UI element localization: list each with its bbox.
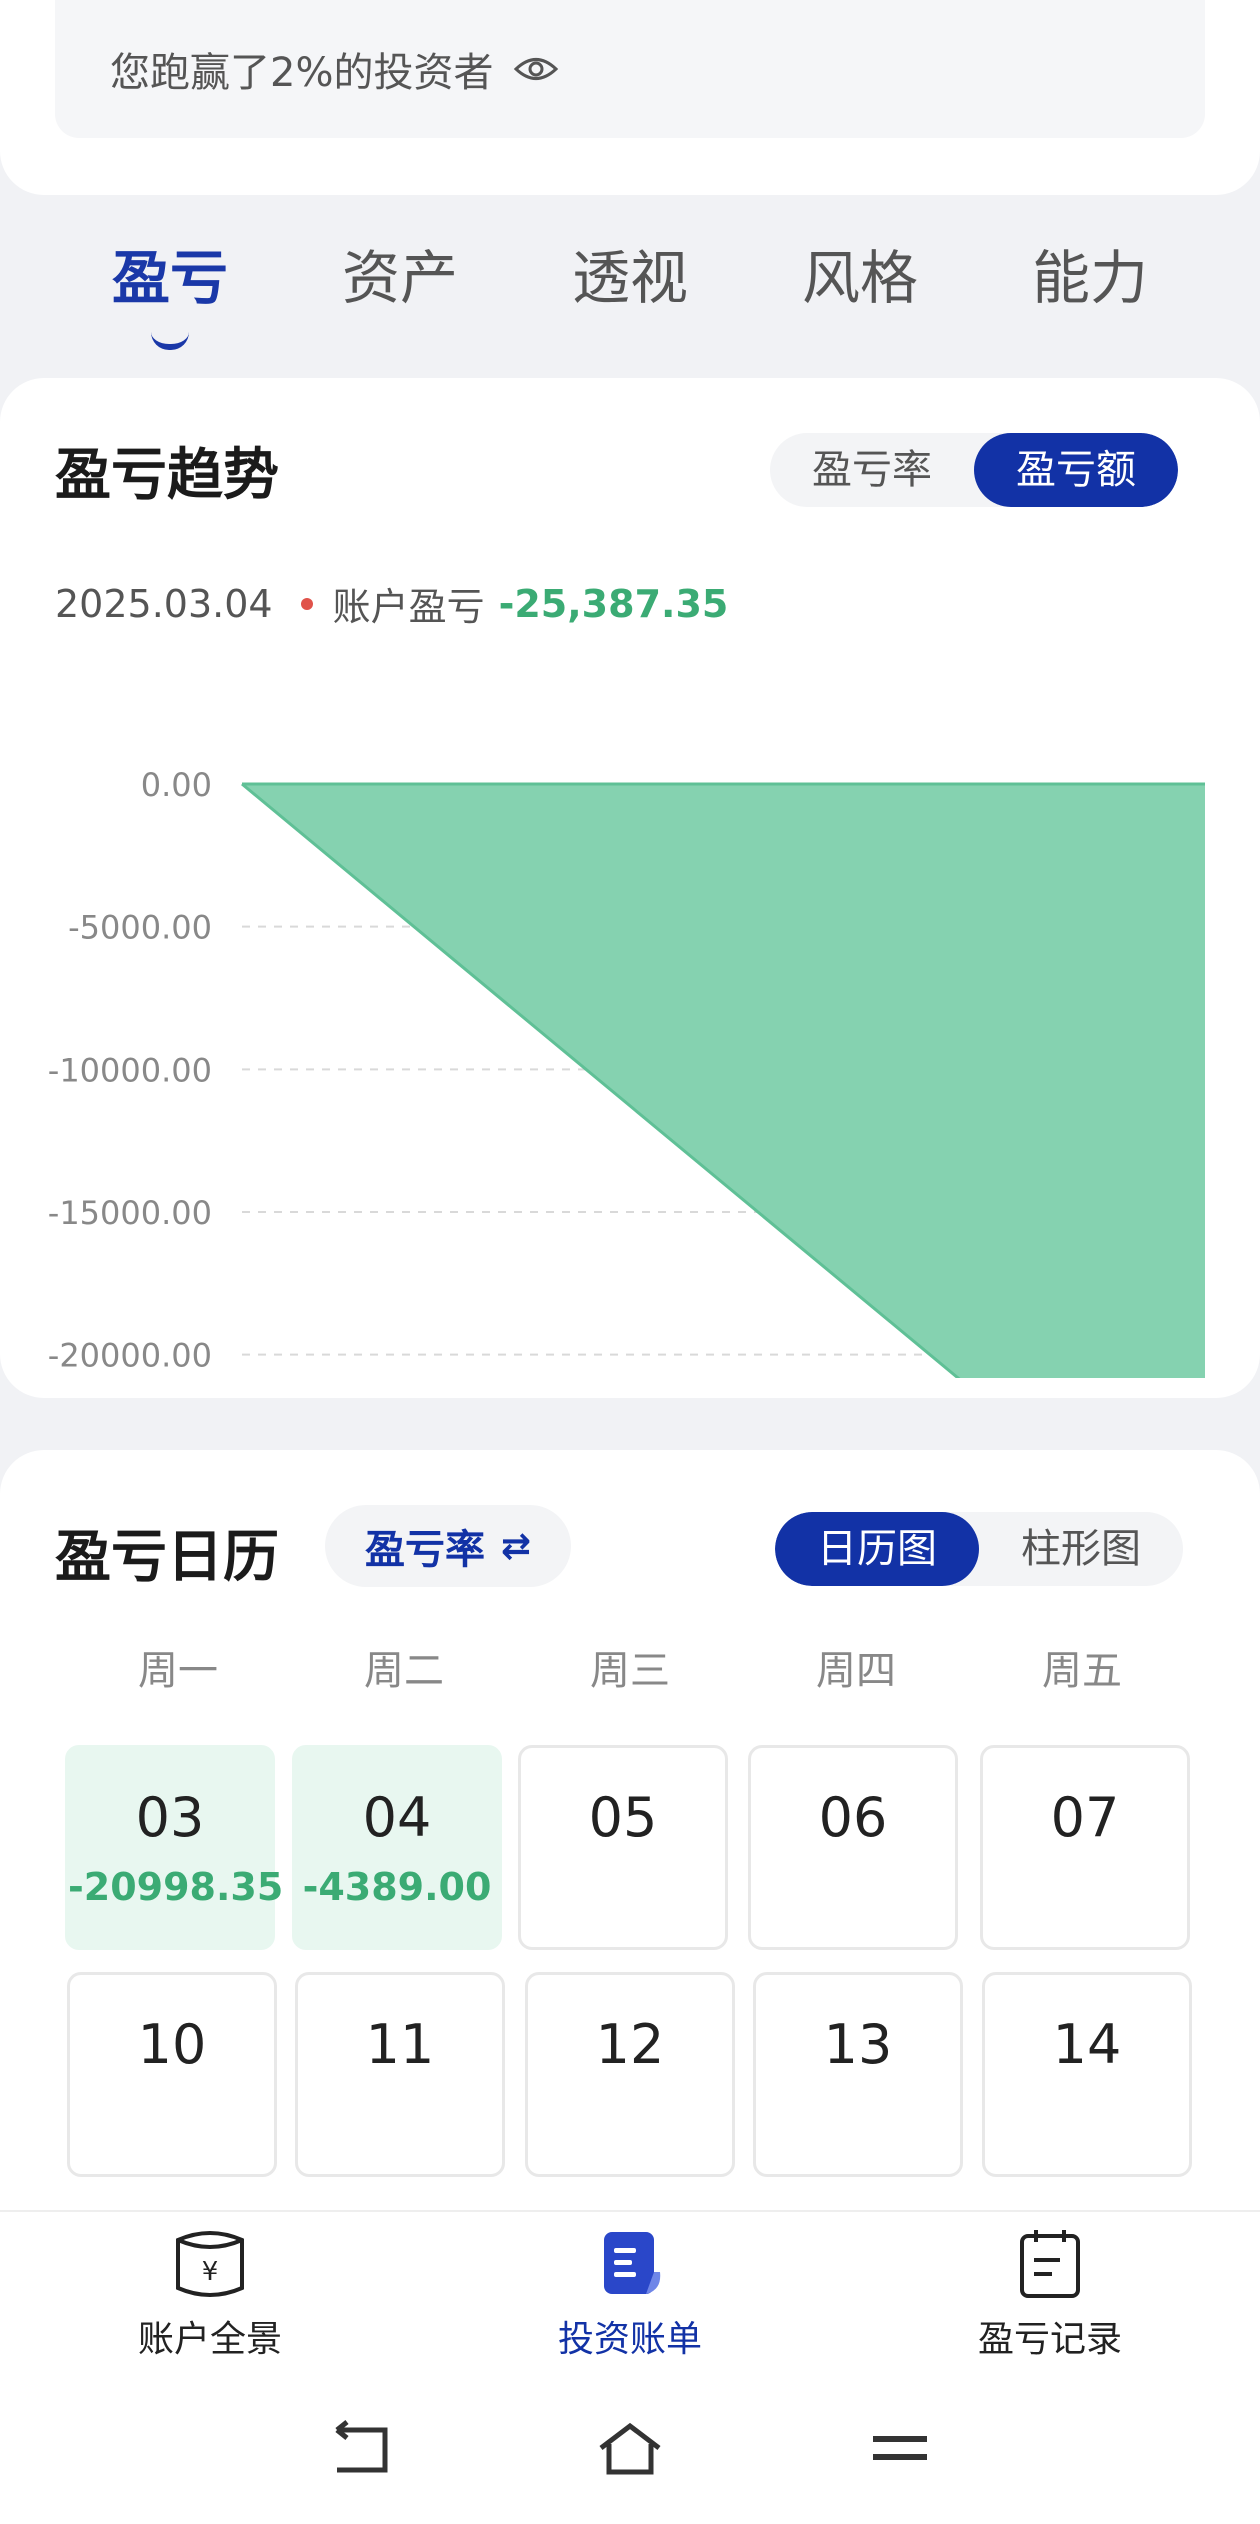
calendar-day[interactable]: 14 bbox=[982, 1972, 1192, 2177]
y-tick-label: 0.00 bbox=[141, 766, 212, 804]
weekday-fri: 周五 bbox=[1042, 1648, 1122, 1694]
tab-style[interactable]: 风格 bbox=[760, 228, 960, 338]
pnl-area-chart[interactable]: 0.00-5000.00-10000.00-15000.00-20000.00-… bbox=[0, 678, 1260, 1378]
calendar-day[interactable]: 04 -4389.00 bbox=[292, 1745, 502, 1950]
weekday-tue: 周二 bbox=[364, 1648, 444, 1694]
nav-investment-bill-label: 投资账单 bbox=[557, 2319, 702, 2360]
calendar-day[interactable]: 11 bbox=[295, 1972, 505, 2177]
nav-pnl-records[interactable]: 盈亏记录 bbox=[840, 2212, 1260, 2376]
day-number: 10 bbox=[137, 2013, 207, 2076]
tab-assets-label: 资产 bbox=[341, 244, 458, 312]
nav-account-overview-label: 账户全景 bbox=[137, 2319, 282, 2360]
summary-card: 您跑赢了2%的投资者 bbox=[0, 0, 1260, 195]
analysis-tabs: 盈亏 资产 透视 风格 能力 bbox=[0, 228, 1260, 350]
y-tick-label: -10000.00 bbox=[48, 1051, 212, 1089]
toggle-bar-view[interactable]: 柱形图 bbox=[979, 1512, 1183, 1586]
day-number: 07 bbox=[1050, 1786, 1120, 1849]
readout-label: 账户盈亏 bbox=[332, 585, 485, 629]
weekday-wed: 周三 bbox=[590, 1648, 670, 1694]
wallet-yen-icon: ¥ bbox=[176, 2231, 244, 2297]
toggle-calendar-view[interactable]: 日历图 bbox=[775, 1512, 979, 1586]
calendar-day[interactable]: 13 bbox=[753, 1972, 963, 2177]
day-number: 06 bbox=[818, 1786, 888, 1849]
pnl-area bbox=[242, 784, 1205, 1378]
bill-icon bbox=[604, 2232, 661, 2294]
day-number: 05 bbox=[588, 1786, 658, 1849]
home-icon[interactable] bbox=[595, 2420, 665, 2480]
tab-assets[interactable]: 资产 bbox=[300, 228, 500, 338]
calendar-record-icon bbox=[1020, 2230, 1080, 2298]
weekday-thu: 周四 bbox=[816, 1648, 896, 1694]
calendar-day[interactable]: 07 bbox=[980, 1745, 1190, 1950]
active-tab-indicator bbox=[151, 332, 189, 350]
calendar-metric-label: 盈亏率 bbox=[365, 1527, 485, 1573]
weekday-mon: 周一 bbox=[138, 1648, 218, 1694]
calendar-metric-switch[interactable]: 盈亏率 ⇄ bbox=[325, 1505, 572, 1587]
pnl-trend-card: 盈亏趋势 盈亏率 盈亏额 2025.03.04 账户盈亏 -25,387.35 … bbox=[0, 378, 1260, 1398]
day-number: 13 bbox=[823, 2013, 893, 2076]
day-number: 12 bbox=[595, 2013, 665, 2076]
calendar-day[interactable]: 03 -20998.35 bbox=[65, 1745, 284, 1950]
day-pnl: -20998.35 bbox=[68, 1865, 284, 1909]
nav-account-overview[interactable]: ¥ 账户全景 bbox=[0, 2212, 420, 2376]
y-tick-label: -20000.00 bbox=[48, 1337, 212, 1375]
calendar-view-toggle: 日历图 柱形图 bbox=[775, 1512, 1183, 1586]
calendar-day[interactable]: 10 bbox=[67, 1972, 277, 2177]
recents-icon[interactable] bbox=[865, 2420, 935, 2480]
tab-ability[interactable]: 能力 bbox=[990, 228, 1190, 338]
y-tick-label: -15000.00 bbox=[48, 1194, 212, 1232]
trend-metric-toggle: 盈亏率 盈亏额 bbox=[770, 433, 1178, 507]
trend-title: 盈亏趋势 bbox=[55, 443, 279, 508]
calendar-day[interactable]: 06 bbox=[748, 1745, 958, 1950]
toggle-pnl-amount[interactable]: 盈亏额 bbox=[974, 433, 1178, 507]
svg-text:¥: ¥ bbox=[202, 2257, 219, 2287]
tab-ability-label: 能力 bbox=[1031, 244, 1148, 312]
tab-style-label: 风格 bbox=[801, 244, 918, 312]
calendar-day[interactable]: 05 bbox=[518, 1745, 728, 1950]
readout-value: -25,387.35 bbox=[498, 581, 729, 626]
y-tick-label: -5000.00 bbox=[68, 909, 212, 947]
tab-pnl[interactable]: 盈亏 bbox=[70, 228, 270, 350]
system-nav-bar bbox=[0, 2376, 1260, 2524]
toggle-pnl-rate[interactable]: 盈亏率 bbox=[770, 433, 974, 507]
back-icon[interactable] bbox=[325, 2420, 395, 2480]
tab-perspective[interactable]: 透视 bbox=[530, 228, 730, 338]
day-number: 11 bbox=[365, 2013, 435, 2076]
beat-banner: 您跑赢了2%的投资者 bbox=[55, 0, 1205, 138]
calendar-title: 盈亏日历 bbox=[55, 1525, 279, 1590]
bottom-nav: ¥ 账户全景 投资账单 盈亏记录 bbox=[0, 2210, 1260, 2376]
beat-text: 您跑赢了2%的投资者 bbox=[110, 50, 494, 96]
calendar-day[interactable]: 12 bbox=[525, 1972, 735, 2177]
nav-pnl-records-label: 盈亏记录 bbox=[977, 2319, 1122, 2360]
chart-readout: 2025.03.04 账户盈亏 -25,387.35 bbox=[55, 576, 728, 631]
day-number: 03 bbox=[135, 1786, 205, 1849]
swap-arrows-icon: ⇄ bbox=[501, 1525, 532, 1567]
nav-investment-bill[interactable]: 投资账单 bbox=[420, 2212, 840, 2376]
eye-icon[interactable] bbox=[513, 54, 559, 84]
readout-date: 2025.03.04 bbox=[55, 581, 273, 626]
day-number: 14 bbox=[1052, 2013, 1122, 2076]
readout-dot bbox=[300, 597, 313, 610]
tab-pnl-label: 盈亏 bbox=[111, 244, 228, 312]
day-pnl: -4389.00 bbox=[302, 1865, 492, 1909]
day-number: 04 bbox=[362, 1786, 432, 1849]
tab-perspective-label: 透视 bbox=[571, 244, 688, 312]
weekday-header: 周一 周二 周三 周四 周五 bbox=[65, 1638, 1195, 1696]
